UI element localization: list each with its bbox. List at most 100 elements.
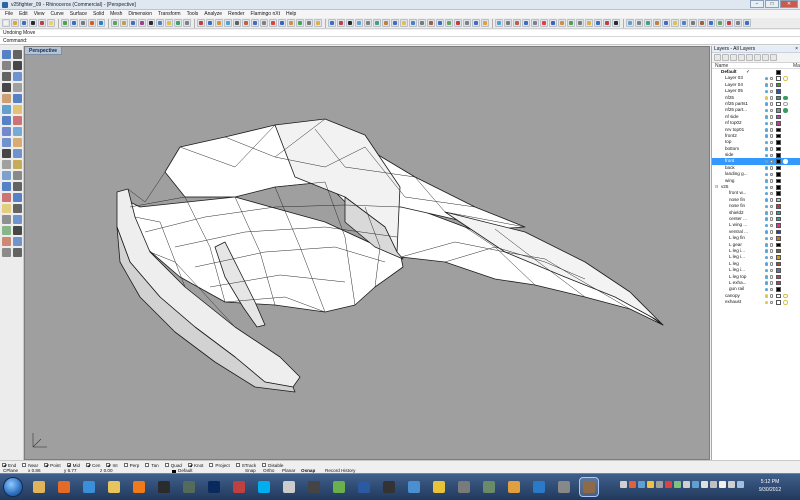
cinema4d-icon[interactable] [155, 478, 173, 496]
chrome-icon[interactable] [430, 478, 448, 496]
palette-tool-icon[interactable] [13, 94, 22, 103]
toolbar-tool-icon[interactable] [436, 19, 444, 27]
layer-color-swatch[interactable] [776, 185, 781, 190]
palette-tool-icon[interactable] [2, 248, 11, 257]
toolbar-tool-icon[interactable] [567, 19, 575, 27]
layer-color-swatch[interactable] [776, 146, 781, 152]
layer-tool-icon[interactable] [754, 54, 761, 61]
palette-tool-icon[interactable] [2, 83, 11, 92]
toolbar-tool-icon[interactable] [305, 19, 313, 27]
osnap-checkbox[interactable] [44, 463, 49, 467]
toolbar-tool-icon[interactable] [138, 19, 146, 27]
spaceship-wireframe[interactable] [116, 118, 664, 393]
gimp-icon[interactable] [555, 478, 573, 496]
toolbar-tool-icon[interactable] [70, 19, 78, 27]
visibility-bulb-icon[interactable] [765, 204, 768, 209]
palette-tool-icon[interactable] [13, 149, 22, 158]
osnap-checkbox[interactable] [209, 463, 214, 467]
lock-icon[interactable] [770, 275, 773, 279]
toolbar-tool-icon[interactable] [156, 19, 164, 27]
tool-icon[interactable] [230, 478, 248, 496]
rhino-icon[interactable] [579, 477, 599, 497]
tray-icon[interactable] [692, 481, 699, 488]
toolbar-tool-icon[interactable] [337, 19, 345, 27]
tray-icon[interactable] [629, 481, 636, 488]
toolbar-tool-icon[interactable] [296, 19, 304, 27]
toolbar-tool-icon[interactable] [29, 19, 37, 27]
material-icon[interactable] [783, 293, 788, 299]
layer-color-swatch[interactable] [776, 153, 781, 158]
menu-analyze[interactable]: Analyze [201, 11, 225, 17]
tray-icon[interactable] [737, 481, 744, 488]
internet-explorer-icon[interactable] [80, 478, 98, 496]
magnifier-icon[interactable] [480, 478, 498, 496]
toolbar-tool-icon[interactable] [364, 19, 372, 27]
toolbar-tool-icon[interactable] [111, 19, 119, 27]
lock-icon[interactable] [770, 249, 773, 253]
toolbar-tool-icon[interactable] [97, 19, 105, 27]
osnap-cen[interactable]: Cen [86, 463, 100, 468]
layer-tool-icon[interactable] [762, 54, 769, 61]
toolbar-tool-icon[interactable] [743, 19, 751, 27]
lock-icon[interactable] [770, 281, 773, 285]
visibility-bulb-icon[interactable] [765, 287, 768, 292]
toolbar-tool-icon[interactable] [88, 19, 96, 27]
layer-color-swatch[interactable] [776, 236, 781, 241]
palette-tool-icon[interactable] [2, 149, 11, 158]
layer-tool-icon[interactable] [738, 54, 745, 61]
tray-icon[interactable] [710, 481, 717, 488]
lock-icon[interactable] [770, 159, 773, 164]
lock-icon[interactable] [770, 204, 773, 209]
osnap-checkbox[interactable] [2, 463, 6, 467]
menu-surface[interactable]: Surface [67, 11, 90, 17]
minimize-button[interactable]: − [750, 0, 764, 8]
toolbar-tool-icon[interactable] [400, 19, 408, 27]
toolbar-tool-icon[interactable] [653, 19, 661, 27]
menu-solid[interactable]: Solid [90, 11, 107, 17]
toolbar-tool-icon[interactable] [585, 19, 593, 27]
command-line[interactable]: Command: [0, 37, 800, 45]
layer-color-swatch[interactable] [776, 70, 781, 75]
palette-tool-icon[interactable] [2, 193, 11, 202]
toolbar-tool-icon[interactable] [251, 19, 259, 27]
visibility-bulb-icon[interactable] [765, 102, 768, 106]
visibility-bulb-icon[interactable] [765, 153, 768, 158]
material-icon[interactable] [783, 108, 788, 113]
lock-icon[interactable] [770, 230, 773, 234]
visibility-bulb-icon[interactable] [765, 140, 768, 145]
layer-color-swatch[interactable] [776, 108, 781, 113]
layer-color-swatch[interactable] [776, 268, 781, 273]
palette-tool-icon[interactable] [13, 83, 22, 92]
palette-tool-icon[interactable] [13, 160, 22, 169]
windows-explorer-icon[interactable] [30, 478, 48, 496]
folder-icon[interactable] [105, 478, 123, 496]
palette-tool-icon[interactable] [13, 193, 22, 202]
toolbar-tool-icon[interactable] [635, 19, 643, 27]
layer-color-swatch[interactable] [776, 140, 781, 145]
layer-color-swatch[interactable] [776, 159, 781, 164]
toolbar-tool-icon[interactable] [716, 19, 724, 27]
palette-tool-icon[interactable] [2, 72, 11, 81]
firefox-icon[interactable] [55, 478, 73, 496]
osnap-disable[interactable]: Disable [262, 463, 283, 468]
layer-color-swatch[interactable] [776, 204, 781, 209]
lock-icon[interactable] [770, 198, 773, 202]
layer-tool-icon[interactable] [730, 54, 737, 61]
toolbar-tool-icon[interactable] [603, 19, 611, 27]
layer-tool-icon[interactable] [746, 54, 753, 61]
toolbar-tool-icon[interactable] [233, 19, 241, 27]
viewport-title-tab[interactable]: Perspective [25, 47, 63, 55]
lock-icon[interactable] [770, 108, 773, 113]
layer-color-swatch[interactable] [776, 133, 781, 139]
menu-mesh[interactable]: Mesh [107, 11, 125, 17]
menu-transform[interactable]: Transform [155, 11, 184, 17]
skype2-icon[interactable] [530, 478, 548, 496]
toolbar-tool-icon[interactable] [481, 19, 489, 27]
menu-file[interactable]: File [2, 11, 16, 17]
palette-tool-icon[interactable] [13, 226, 22, 235]
tray-icon[interactable] [719, 481, 726, 488]
sixtyseven-icon[interactable] [380, 478, 398, 496]
material-icon[interactable] [783, 159, 788, 164]
menu-tools[interactable]: Tools [184, 11, 202, 17]
visibility-bulb-icon[interactable] [765, 115, 768, 119]
